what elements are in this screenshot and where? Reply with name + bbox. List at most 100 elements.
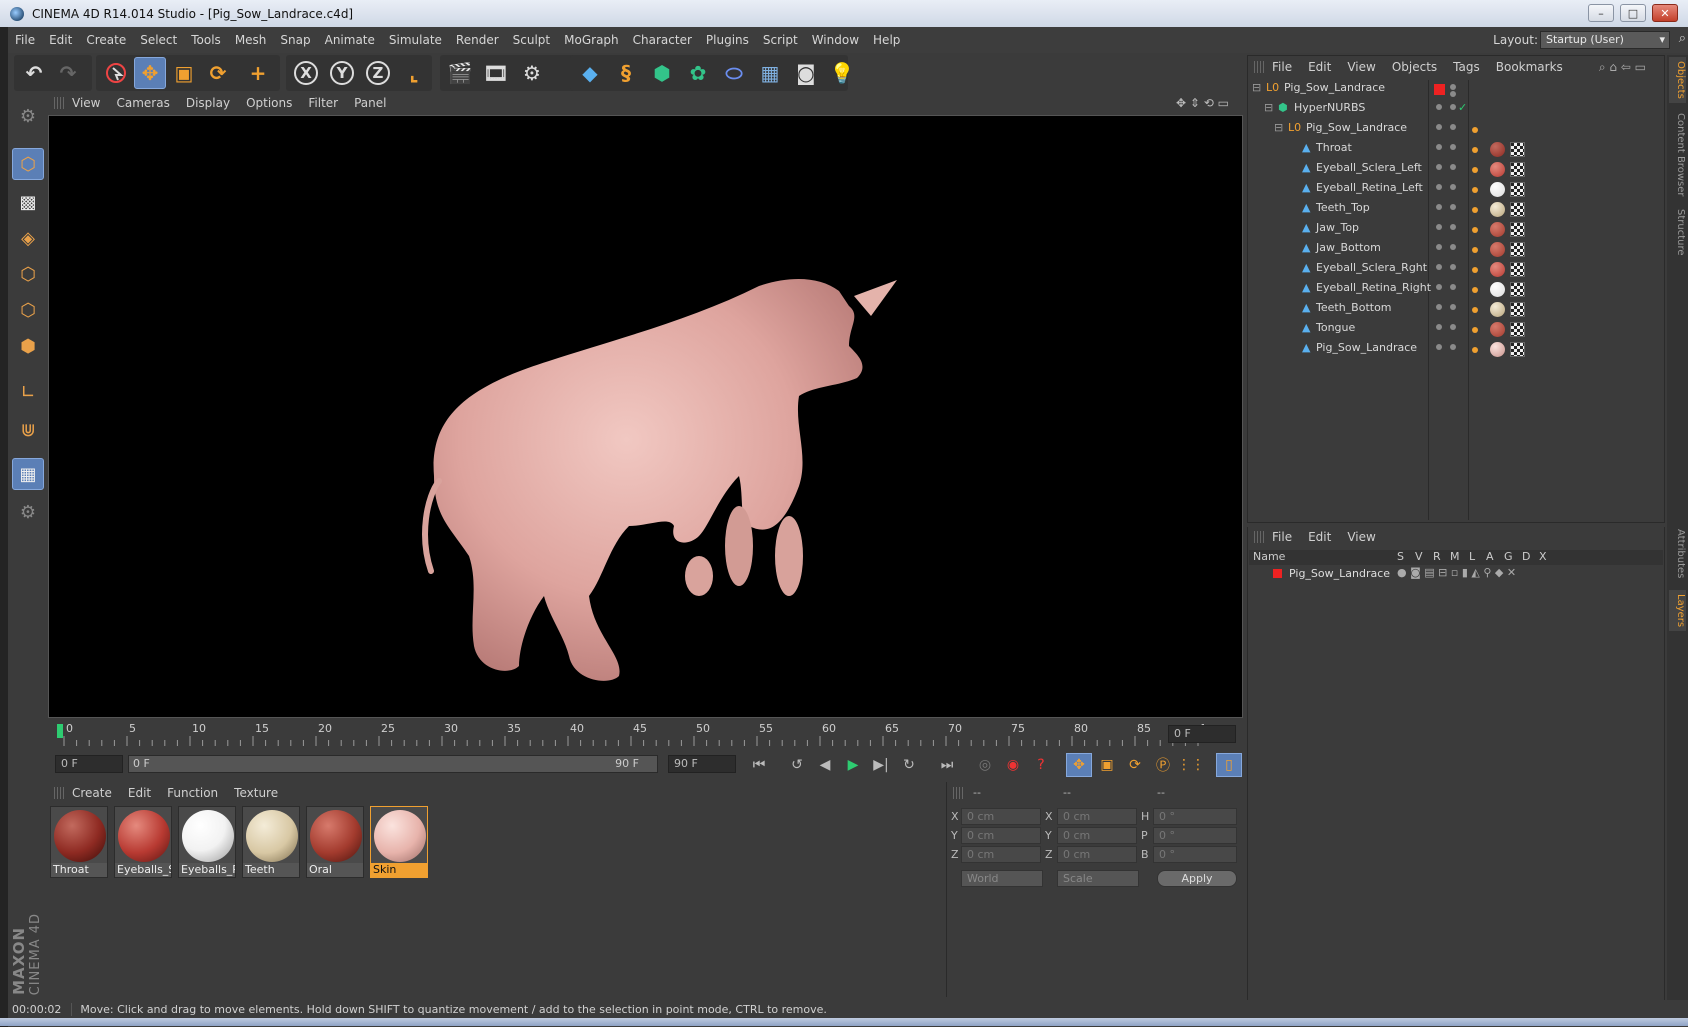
coord-system-icon[interactable]: ⌞ bbox=[398, 57, 430, 89]
layer-col-l[interactable]: L bbox=[1469, 550, 1475, 563]
layer-col-x[interactable]: X bbox=[1539, 550, 1547, 563]
menu-help[interactable]: Help bbox=[866, 33, 907, 47]
object-menu-edit[interactable]: Edit bbox=[1300, 60, 1339, 74]
menu-animate[interactable]: Animate bbox=[318, 33, 382, 47]
visibility-dot[interactable] bbox=[1436, 184, 1442, 190]
cube-icon[interactable]: ◆ bbox=[574, 57, 606, 89]
viewport-menu-filter[interactable]: Filter bbox=[300, 96, 346, 110]
material-tag-icon[interactable] bbox=[1490, 162, 1505, 177]
key-position-icon[interactable]: ✥ bbox=[1066, 753, 1092, 777]
play-icon[interactable]: ▶ bbox=[840, 753, 866, 777]
nurbs-icon[interactable]: ⬢ bbox=[646, 57, 678, 89]
axis-mode-icon[interactable]: ∟ bbox=[12, 376, 44, 408]
collapse-icon[interactable]: ⊟ bbox=[1252, 81, 1261, 94]
record-keys-icon[interactable]: ◎ bbox=[972, 753, 998, 777]
layout-select[interactable]: Startup (User) ▾ bbox=[1540, 31, 1670, 49]
menu-plugins[interactable]: Plugins bbox=[699, 33, 756, 47]
visibility-dot[interactable] bbox=[1436, 124, 1442, 130]
menu-window[interactable]: Window bbox=[805, 33, 866, 47]
scale-tool-icon[interactable]: ▣ bbox=[168, 57, 200, 89]
workplane-lock-icon[interactable]: ▦ bbox=[12, 458, 44, 490]
deformer-icon[interactable]: ⬭ bbox=[718, 57, 750, 89]
array-icon[interactable]: ✿ bbox=[682, 57, 714, 89]
size-y-field[interactable]: 0 cm bbox=[1057, 827, 1137, 844]
material-menu-create[interactable]: Create bbox=[64, 786, 120, 800]
timeline-ruler[interactable]: 051015202530354045505560657075808590 0 F bbox=[48, 720, 1243, 752]
rotation-h-field[interactable]: 0 ° bbox=[1153, 808, 1237, 825]
layer-col-s[interactable]: S bbox=[1397, 550, 1404, 563]
rotation-b-field[interactable]: 0 ° bbox=[1153, 846, 1237, 863]
help-keys-icon[interactable]: ? bbox=[1028, 753, 1054, 777]
object-menu-tags[interactable]: Tags bbox=[1445, 60, 1488, 74]
tree-item[interactable]: ▲ Eyeball_Sclera_Left bbox=[1252, 161, 1652, 180]
layer-col-v[interactable]: V bbox=[1415, 550, 1423, 563]
tag-dot[interactable] bbox=[1472, 147, 1478, 153]
layer-flag-icons[interactable]: ● ◙ ▤ ⊟ ▫ ▮ ◭ ⚲ ◆ ✕ bbox=[1397, 566, 1516, 579]
viewport-menu-display[interactable]: Display bbox=[178, 96, 238, 110]
material-menu-function[interactable]: Function bbox=[159, 786, 226, 800]
texture-tag-icon[interactable] bbox=[1510, 322, 1525, 337]
timeline-window-icon[interactable]: ▯ bbox=[1216, 753, 1242, 777]
texture-tag-icon[interactable] bbox=[1510, 182, 1525, 197]
material-menu-edit[interactable]: Edit bbox=[120, 786, 159, 800]
rotation-p-field[interactable]: 0 ° bbox=[1153, 827, 1237, 844]
maximize-button[interactable]: □ bbox=[1620, 4, 1646, 22]
visibility-dot[interactable] bbox=[1450, 324, 1456, 330]
viewport-nav-icons[interactable]: ✥ ⇕ ⟲ ▭ bbox=[1168, 96, 1237, 110]
position-z-field[interactable]: 0 cm bbox=[961, 846, 1041, 863]
start-frame-field[interactable]: 0 F bbox=[55, 755, 123, 773]
tag-dot[interactable] bbox=[1472, 287, 1478, 293]
tree-item[interactable]: ▲ Jaw_Bottom bbox=[1252, 241, 1652, 260]
collapse-icon[interactable]: ⊟ bbox=[1274, 121, 1283, 134]
visibility-dot[interactable] bbox=[1436, 144, 1442, 150]
material-tag-icon[interactable] bbox=[1490, 202, 1505, 217]
range-slider[interactable]: 0 F 90 F bbox=[128, 755, 658, 773]
goto-prev-key-icon[interactable]: ↺ bbox=[784, 753, 810, 777]
visibility-dot[interactable] bbox=[1436, 164, 1442, 170]
visibility-dot[interactable] bbox=[1436, 204, 1442, 210]
tag-dot[interactable] bbox=[1472, 347, 1478, 353]
tree-item[interactable]: ▲ Tongue bbox=[1252, 321, 1652, 340]
menu-sculpt[interactable]: Sculpt bbox=[506, 33, 557, 47]
viewport-menu-options[interactable]: Options bbox=[238, 96, 300, 110]
material-tag-icon[interactable] bbox=[1490, 322, 1505, 337]
layer-col-m[interactable]: M bbox=[1450, 550, 1460, 563]
visibility-dot[interactable] bbox=[1450, 184, 1456, 190]
end-frame-field[interactable]: 90 F bbox=[668, 755, 736, 773]
object-menu-bookmarks[interactable]: Bookmarks bbox=[1488, 60, 1571, 74]
menu-simulate[interactable]: Simulate bbox=[382, 33, 449, 47]
y-axis-icon[interactable]: Y bbox=[326, 57, 358, 89]
material-tag-icon[interactable] bbox=[1490, 342, 1505, 357]
workplane-mode-icon[interactable]: ◈ bbox=[12, 222, 44, 254]
tag-dot[interactable] bbox=[1472, 207, 1478, 213]
visibility-dot[interactable] bbox=[1450, 204, 1456, 210]
layer-menu-edit[interactable]: Edit bbox=[1300, 530, 1339, 544]
goto-next-key-icon[interactable]: ↻ bbox=[896, 753, 922, 777]
material-tag-icon[interactable] bbox=[1490, 282, 1505, 297]
material-tag-icon[interactable] bbox=[1490, 142, 1505, 157]
visibility-dot[interactable] bbox=[1436, 324, 1442, 330]
soft-selection-icon[interactable]: ⚙ bbox=[12, 496, 44, 528]
tree-item[interactable]: ▲ Throat bbox=[1252, 141, 1652, 160]
visibility-dot[interactable] bbox=[1450, 144, 1456, 150]
tree-item[interactable]: ▲ Eyeball_Retina_Right bbox=[1252, 281, 1652, 300]
visibility-dot[interactable] bbox=[1436, 104, 1442, 110]
tree-item[interactable]: ▲ Jaw_Top bbox=[1252, 221, 1652, 240]
current-frame-field[interactable]: 0 F bbox=[1168, 725, 1236, 743]
material-menu-texture[interactable]: Texture bbox=[226, 786, 286, 800]
tab-layers[interactable]: Layers bbox=[1669, 590, 1686, 632]
material-swatch[interactable]: Skin bbox=[370, 806, 428, 878]
tag-dot[interactable] bbox=[1472, 227, 1478, 233]
tree-item[interactable]: ▲ Teeth_Top bbox=[1252, 201, 1652, 220]
texture-mode-icon[interactable]: ▩ bbox=[12, 186, 44, 218]
texture-tag-icon[interactable] bbox=[1510, 282, 1525, 297]
viewport-menu-panel[interactable]: Panel bbox=[346, 96, 394, 110]
visibility-dot[interactable] bbox=[1450, 304, 1456, 310]
tree-item[interactable]: ▲ Eyeball_Retina_Left bbox=[1252, 181, 1652, 200]
layer-color-icon[interactable] bbox=[1434, 84, 1445, 95]
menu-select[interactable]: Select bbox=[133, 33, 184, 47]
close-button[interactable]: ✕ bbox=[1652, 4, 1678, 22]
tree-item[interactable]: ⊟ ⬢ HyperNURBS ✓ bbox=[1252, 101, 1652, 120]
texture-tag-icon[interactable] bbox=[1510, 202, 1525, 217]
spline-icon[interactable]: § bbox=[610, 57, 642, 89]
